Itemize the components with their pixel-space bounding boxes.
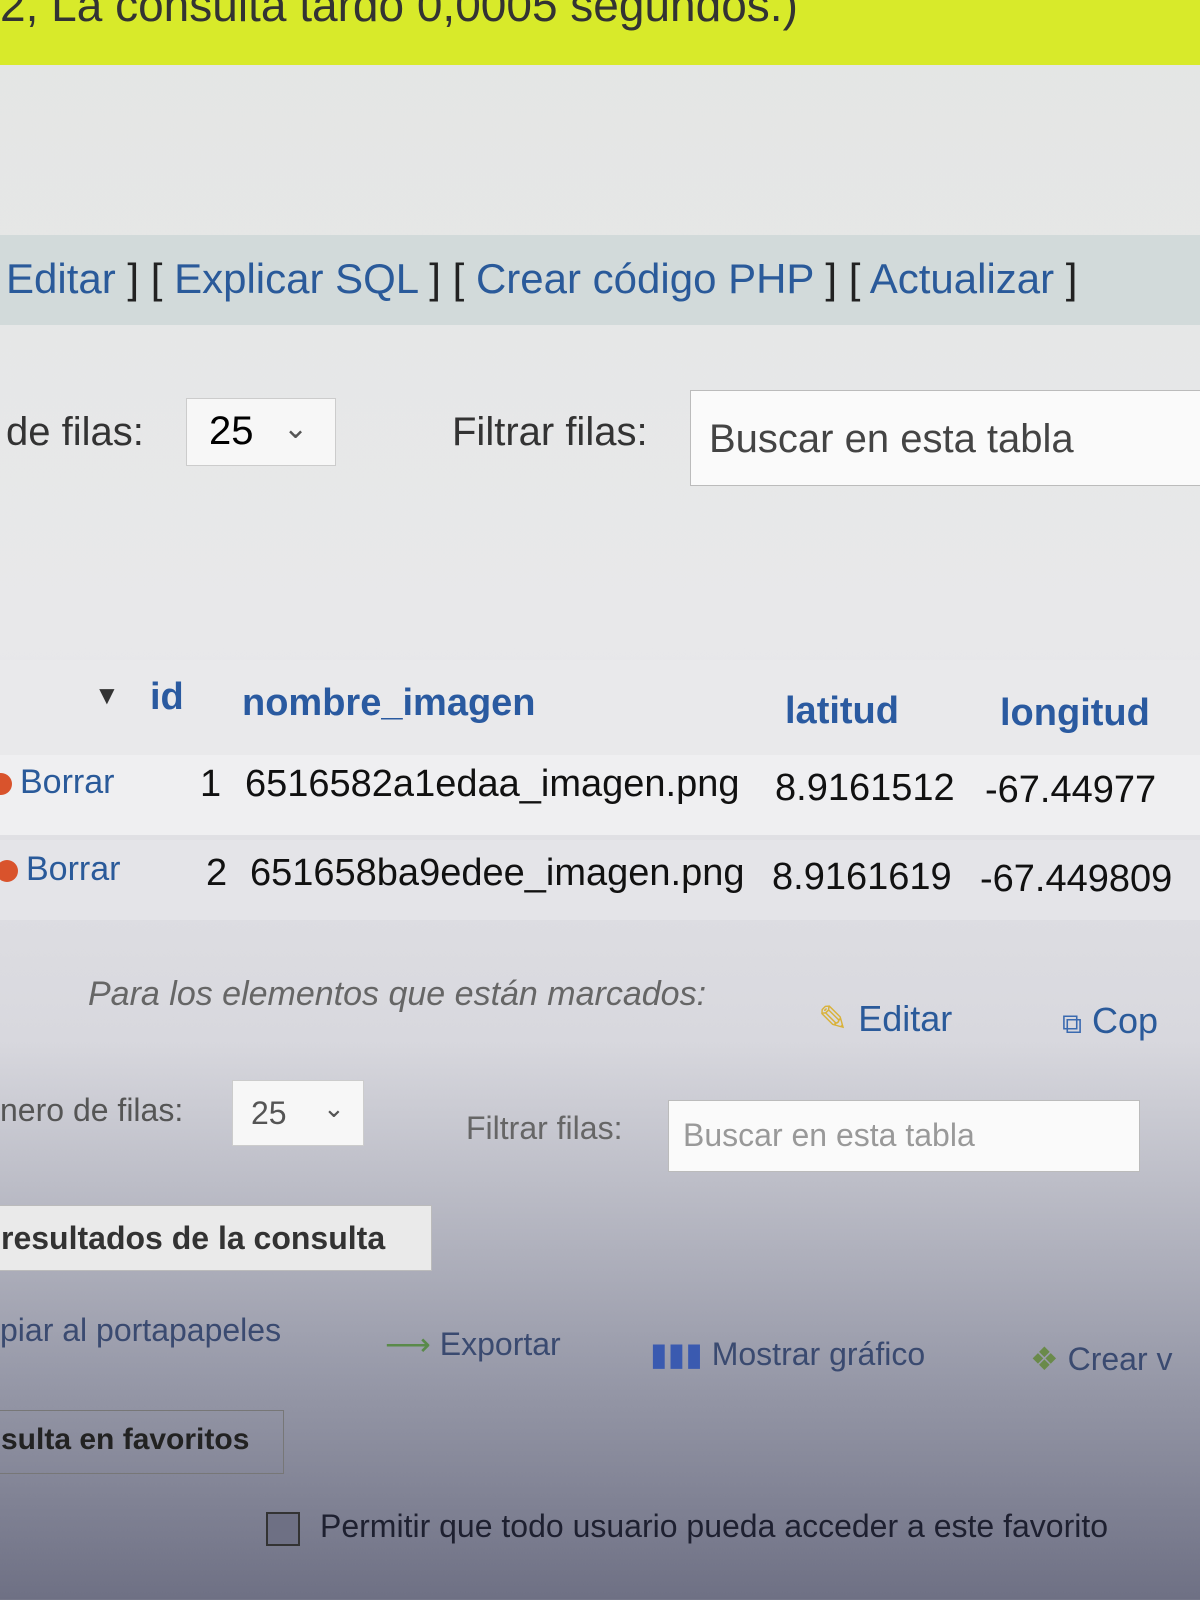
cell-id: 2 [206,852,228,894]
column-latitud[interactable]: latitud [785,690,899,733]
cell-id: 1 [200,763,222,805]
bookmark-header: sulta en favoritos [0,1410,284,1474]
delete-button[interactable]: Borrar [0,850,120,889]
allow-all-label: Permitir que todo usuario pueda acceder … [320,1508,1109,1544]
export-icon: ⟶ [385,1326,431,1362]
rows-select-bottom[interactable]: 25 ⌄ [232,1080,364,1146]
allow-all-checkbox[interactable] [266,1512,300,1546]
delete-button[interactable]: Borrar [0,763,114,802]
cell-latitud: 8.9161619 [772,856,952,898]
pencil-icon: ✎ [818,998,849,1039]
table-header: ▼ id nombre_imagen latitud longitud [0,660,1200,757]
status-bar: 2, La consulta tardó 0,0005 segundos.) [0,0,1200,65]
query-time-message: 2, La consulta tardó 0,0005 segundos.) [0,0,798,31]
rows-select[interactable]: 25 ⌄ [186,398,336,466]
cell-longitud: -67.44977 [985,769,1157,811]
copy-to-clipboard-link[interactable]: piar al portapapeles [0,1312,281,1349]
edit-marked-button[interactable]: ✎ Editar [818,998,952,1040]
create-view-link[interactable]: ❖ Crear v [1030,1340,1172,1378]
column-nombre-imagen[interactable]: nombre_imagen [242,682,536,725]
view-icon: ❖ [1030,1341,1059,1377]
column-id[interactable]: id [150,676,184,719]
chevron-down-icon: ⌄ [323,1093,345,1123]
edit-link[interactable]: Editar [6,255,116,302]
copy-marked-button[interactable]: ⧉ Cop [1062,1000,1158,1042]
query-results-ops-header: resultados de la consulta [0,1205,432,1271]
create-php-link[interactable]: Crear código PHP [476,255,814,302]
column-longitud[interactable]: longitud [1000,692,1150,735]
cell-longitud: -67.449809 [980,858,1173,900]
delete-icon [0,860,18,883]
cell-nombre-imagen: 651658ba9edee_imagen.png [250,852,745,894]
rows-label: de filas: [6,410,144,454]
table-row: Borrar 1 6516582a1edaa_imagen.png 8.9161… [0,755,1200,835]
table-row: Borrar 2 651658ba9edee_imagen.png 8.9161… [0,840,1200,920]
export-link[interactable]: ⟶ Exportar [385,1325,561,1363]
copy-icon: ⧉ [1062,1008,1082,1039]
refresh-link[interactable]: Actualizar [870,255,1054,302]
rows-label-bottom: nero de filas: [0,1092,184,1128]
rows-select-value: 25 [209,409,254,453]
explain-sql-link[interactable]: Explicar SQL [174,255,418,302]
sort-desc-icon[interactable]: ▼ [94,680,120,711]
chevron-down-icon: ⌄ [283,412,309,445]
search-placeholder: Buscar en esta tabla [709,417,1074,461]
delete-icon [0,773,12,796]
show-chart-link[interactable]: ▮▮▮ Mostrar gráfico [650,1335,925,1373]
search-input[interactable]: Buscar en esta tabla [690,390,1200,486]
filter-label: Filtrar filas: [452,410,648,454]
cell-latitud: 8.9161512 [775,767,955,809]
search-input-bottom[interactable]: Buscar en esta tabla [668,1100,1140,1172]
marked-label: Para los elementos que están marcados: [88,975,707,1013]
cell-nombre-imagen: 6516582a1edaa_imagen.png [245,763,740,805]
query-links-bar: Editar ] [ Explicar SQL ] [ Crear código… [0,235,1200,325]
filter-label-bottom: Filtrar filas: [466,1110,623,1146]
bar-chart-icon: ▮▮▮ [650,1336,703,1372]
